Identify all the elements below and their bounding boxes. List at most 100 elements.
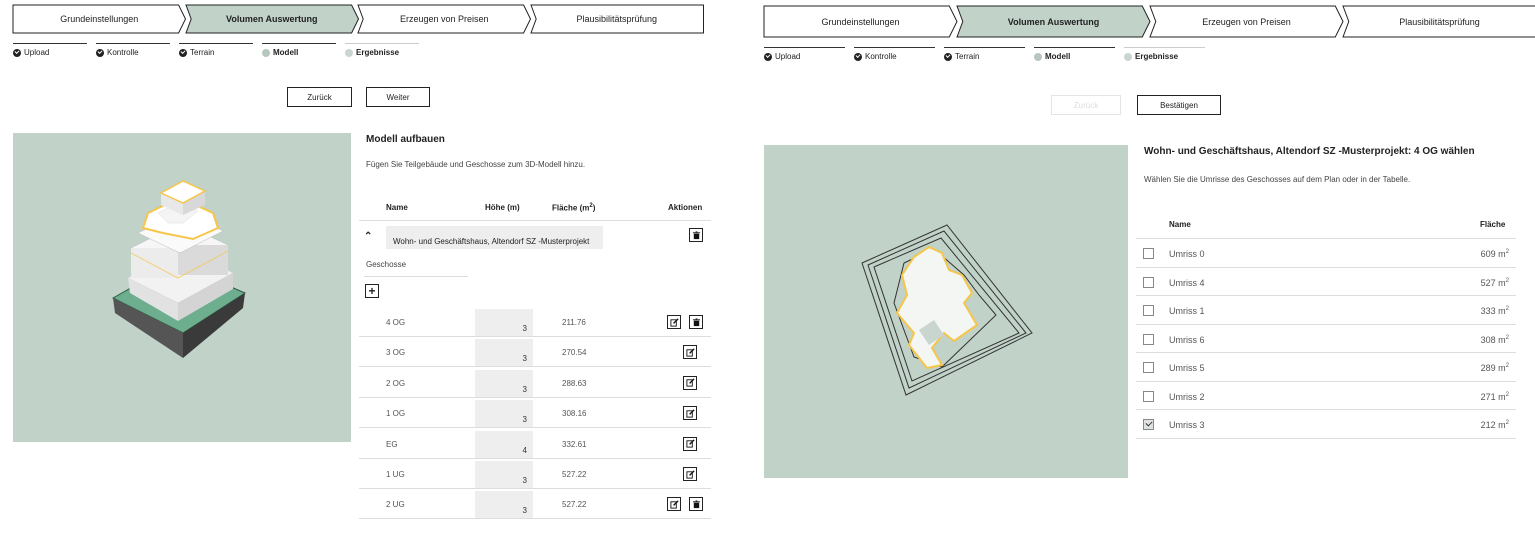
check-icon — [944, 52, 952, 61]
substep-upload[interactable]: Upload — [13, 43, 87, 57]
outline-area: 609 m2 — [1480, 249, 1509, 259]
substep-label: Upload — [24, 48, 50, 57]
floor-height-input[interactable]: 3 — [475, 461, 533, 488]
substep-ergebnisse[interactable]: Ergebnisse — [1124, 47, 1205, 61]
substep-label: Modell — [273, 48, 299, 57]
step-1[interactable]: Volumen Auswertung — [957, 6, 1150, 37]
step-label: Volumen Auswertung — [225, 14, 318, 24]
trash-icon — [692, 317, 700, 326]
substep-ergebnisse[interactable]: Ergebnisse — [345, 43, 419, 57]
floor-plan-viewer[interactable] — [764, 145, 1128, 478]
dot-icon — [1124, 52, 1132, 61]
outline-checkbox[interactable] — [1143, 333, 1154, 345]
edit-floor-button[interactable] — [667, 315, 681, 329]
step-3[interactable]: Plausibilitätsprüfung — [531, 5, 704, 33]
substep-label: Modell — [1045, 52, 1071, 61]
floor-height-input[interactable]: 3 — [475, 369, 533, 397]
floor-height-input[interactable]: 3 — [475, 309, 533, 336]
step-3[interactable]: Plausibilitätsprüfung — [1343, 6, 1535, 37]
outline-name: Umriss 1 — [1169, 306, 1205, 316]
floor-height-input[interactable]: 4 — [475, 430, 533, 458]
step-2[interactable]: Erzeugen von Preisen — [1150, 6, 1343, 37]
edit-floor-button[interactable] — [683, 436, 697, 451]
stepper: Grundeinstellungen Volumen Auswertung Erze… — [764, 6, 1535, 37]
check-icon — [13, 48, 21, 57]
outline-checkbox[interactable] — [1143, 419, 1154, 430]
outline-area: 527 m2 — [1480, 277, 1509, 288]
section-title: Wohn- und Geschäftshaus, Altendorf SZ -M… — [1144, 146, 1475, 157]
confirm-button[interactable]: Bestätigen — [1137, 95, 1221, 115]
substep-kontrolle[interactable]: Kontrolle — [96, 43, 170, 57]
col-area: Fläche — [1480, 220, 1506, 229]
step-0[interactable]: Grundeinstellungen — [13, 5, 186, 33]
floor-area: 211.76 — [562, 318, 586, 327]
edit-floor-button[interactable] — [683, 345, 697, 360]
edit-icon — [685, 469, 695, 479]
section-title: Modell aufbauen — [366, 134, 445, 145]
substep-label: Terrain — [190, 48, 215, 57]
floor-name: 2 UG — [386, 500, 405, 510]
substep-label: Upload — [775, 52, 801, 61]
floor-area: 288.63 — [562, 378, 587, 388]
floor-height-input[interactable]: 3 — [475, 339, 533, 367]
delete-floor-button[interactable] — [689, 497, 703, 512]
section-description: Fügen Sie Teilgebäude und Geschosse zum … — [366, 160, 586, 169]
outline-checkbox[interactable] — [1143, 248, 1154, 259]
step-label: Erzeugen von Preisen — [1202, 16, 1291, 27]
step-2[interactable]: Erzeugen von Preisen — [358, 5, 531, 33]
3d-model-viewer[interactable] — [13, 133, 351, 442]
substep-terrain[interactable]: Terrain — [179, 43, 253, 57]
substep-modell[interactable]: Modell — [1034, 47, 1115, 61]
right-panel: Grundeinstellungen Volumen Auswertung Erze… — [755, 0, 1535, 538]
check-icon — [96, 48, 104, 57]
edit-icon — [669, 317, 679, 327]
substep-label: Kontrolle — [865, 52, 897, 61]
delete-floor-button[interactable] — [689, 315, 703, 329]
substeps: Upload Kontrolle Terrain Modell Ergebnisse — [764, 47, 1214, 61]
step-label: Plausibilitätsprüfung — [576, 14, 658, 24]
floor-name: 4 OG — [386, 318, 406, 327]
substep-label: Kontrolle — [107, 48, 139, 57]
outline-name: Umriss 5 — [1169, 363, 1205, 373]
edit-floor-button[interactable] — [683, 375, 697, 390]
outline-checkbox[interactable] — [1143, 390, 1154, 402]
col-area: Fläche (m2) — [552, 203, 596, 213]
outline-checkbox[interactable] — [1143, 305, 1154, 316]
step-1[interactable]: Volumen Auswertung — [186, 5, 359, 33]
collapse-chevron-icon[interactable]: ⌃ — [364, 231, 372, 242]
substep-label: Ergebnisse — [1135, 52, 1179, 61]
trash-icon — [692, 230, 700, 239]
back-button[interactable]: Zurück — [1051, 95, 1121, 115]
back-button[interactable]: Zurück — [287, 87, 352, 107]
edit-floor-button[interactable] — [683, 467, 697, 481]
outline-name: Umriss 2 — [1169, 391, 1205, 402]
check-icon — [179, 48, 187, 57]
floor-name: 1 OG — [386, 409, 406, 419]
building-name-field[interactable]: Wohn- und Geschäftshaus, Altendorf SZ -M… — [386, 226, 603, 249]
step-0[interactable]: Grundeinstellungen — [764, 6, 957, 37]
substep-upload[interactable]: Upload — [764, 47, 845, 61]
substep-kontrolle[interactable]: Kontrolle — [854, 47, 935, 61]
step-label: Plausibilitätsprüfung — [1399, 16, 1480, 27]
section-description: Wählen Sie die Umrisse des Geschosses au… — [1144, 175, 1411, 184]
outline-area: 271 m2 — [1480, 391, 1509, 402]
floor-area: 527.22 — [562, 470, 587, 479]
substep-modell[interactable]: Modell — [262, 43, 336, 57]
delete-building-button[interactable] — [689, 228, 703, 242]
check-icon — [854, 52, 862, 61]
step-label: Volumen Auswertung — [1007, 16, 1100, 27]
outline-checkbox[interactable] — [1143, 362, 1154, 373]
edit-floor-button[interactable] — [683, 406, 697, 421]
add-floor-button[interactable]: + — [365, 284, 379, 298]
floor-area: 332.61 — [562, 439, 587, 449]
floor-name: EG — [386, 439, 398, 449]
floor-height-input[interactable]: 3 — [475, 400, 533, 428]
edit-floor-button[interactable] — [667, 497, 681, 512]
col-name: Name — [386, 203, 408, 212]
substep-label: Terrain — [955, 52, 980, 61]
floor-height-input[interactable]: 3 — [475, 491, 533, 519]
outline-checkbox[interactable] — [1143, 276, 1154, 288]
next-button[interactable]: Weiter — [366, 87, 430, 107]
edit-icon — [669, 500, 679, 509]
substep-terrain[interactable]: Terrain — [944, 47, 1025, 61]
